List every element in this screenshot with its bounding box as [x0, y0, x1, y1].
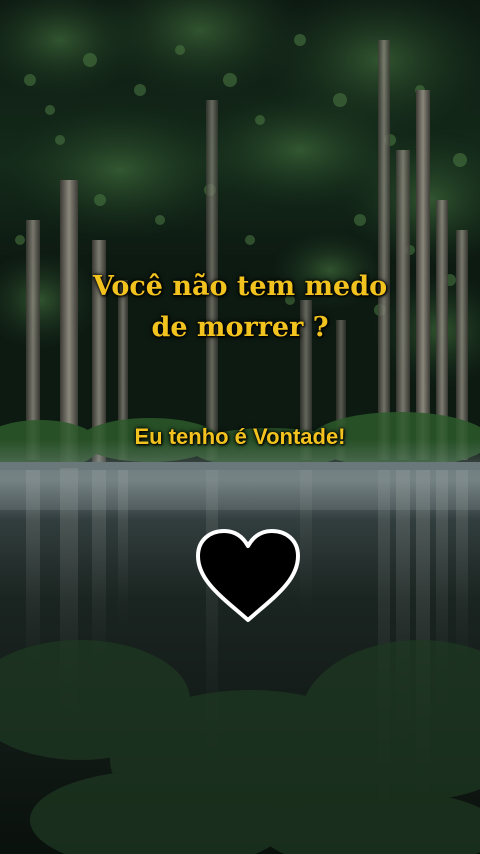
heart-icon — [196, 529, 300, 622]
video-frame: Você não tem medo de morrer ? Eu tenho é… — [0, 0, 480, 854]
headline-line-2: de morrer ? — [151, 312, 329, 343]
headline-line-1: Você não tem medo — [92, 271, 388, 302]
headline-text: Você não tem medo de morrer ? — [0, 266, 480, 348]
subline-text: Eu tenho é Vontade! — [134, 424, 346, 449]
